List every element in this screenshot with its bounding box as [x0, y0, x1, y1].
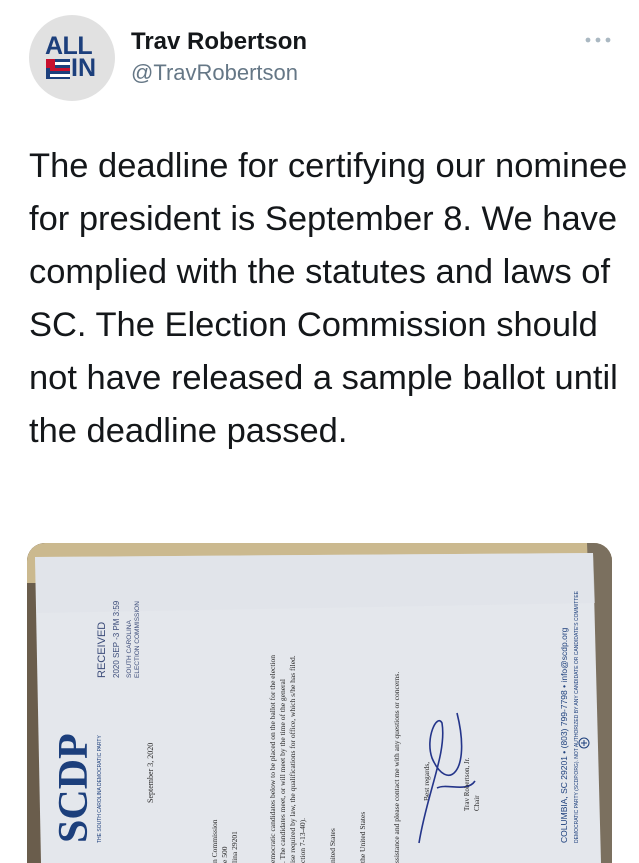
- address-line: e 500: [220, 846, 229, 863]
- signer-name: Trav Robertson, Jr.: [463, 757, 471, 811]
- author-handle[interactable]: @TravRobertson: [131, 60, 298, 86]
- party-caption: THE SOUTH CAROLINA DEMOCRATIC PARTY: [97, 735, 103, 843]
- author-name[interactable]: Trav Robertson: [131, 28, 307, 56]
- avatar-logo-text-in: IN: [71, 54, 96, 82]
- list-line: nited States: [328, 828, 337, 863]
- stamp-received: RECEIVED: [96, 622, 108, 678]
- list-line: the United States: [358, 812, 367, 863]
- body-line: . The candidates meet, or will meet by t…: [278, 679, 287, 863]
- signer-title: Chair: [473, 795, 481, 811]
- avatar[interactable]: ALL IN: [29, 15, 115, 101]
- footer-contact: COLUMBIA, SC 29201 • (803) 799-7798 • in…: [559, 627, 569, 843]
- stamp-agency-line1: SOUTH CAROLINA: [126, 620, 133, 678]
- closing-line: ssistance and please contact me with any…: [392, 672, 401, 863]
- flag-icon: [46, 59, 70, 79]
- stamp-datetime: 2020 SEP -3 PM 3:59: [112, 600, 121, 678]
- body-line: ise required by law, the qualifications …: [288, 655, 297, 863]
- address-line: n Commission: [210, 819, 219, 863]
- scdp-logo: SCDP: [51, 733, 97, 843]
- footer-disclaimer: DEMOCRATIC PARTY (SCDP.ORG). NOT AUTHORI…: [574, 590, 580, 843]
- body-line: emocratic candidates below to be placed …: [268, 655, 277, 863]
- letter-photo: SCDP THE SOUTH CAROLINA DEMOCRATIC PARTY…: [27, 543, 612, 863]
- body-line: ction 7-13-40).: [298, 818, 307, 863]
- more-horizontal-icon[interactable]: [583, 33, 613, 47]
- tweet-text: The deadline for certifying our nominee …: [29, 147, 628, 450]
- tweet-photo[interactable]: SCDP THE SOUTH CAROLINA DEMOCRATIC PARTY…: [27, 543, 612, 863]
- stamp-agency-line2: ELECTION COMMISSION: [134, 601, 141, 678]
- letter-date: September 3, 2020: [146, 743, 155, 803]
